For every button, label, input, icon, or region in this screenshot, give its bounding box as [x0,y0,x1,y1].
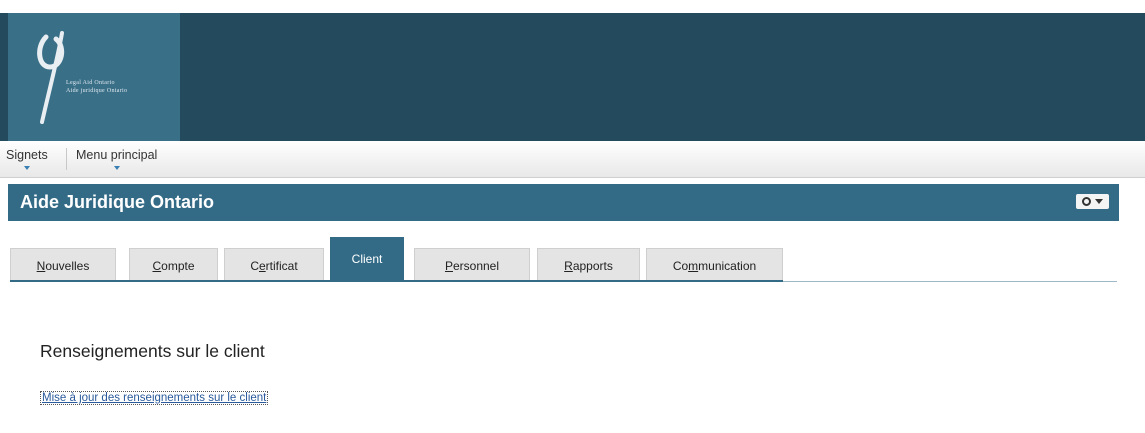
tab-label: munication [698,259,757,273]
menu-bar [0,141,1145,178]
tab-label-accesskey: N [36,259,46,273]
tab-underline [10,280,783,282]
tab-label: apports [572,259,613,273]
tab-bar: Nouvelles Compte Certificat Client Perso… [10,237,1117,285]
tab-label-accesskey: C [152,259,162,273]
tab-label: C [250,259,259,273]
tab-rapports[interactable]: Rapports [537,248,640,280]
tab-label: rtificat [265,259,298,273]
logo-figure-icon [37,31,65,124]
settings-menu-button[interactable] [1076,194,1109,209]
logo-line-2: Aide juridique Ontario [66,88,128,94]
main-menu[interactable]: Menu principal [76,148,158,170]
tab-label: Client [351,252,383,266]
tab-certificat[interactable]: Certificat [224,248,324,280]
page-title: Aide Juridique Ontario [20,192,215,212]
chevron-down-icon [113,166,120,170]
tab-client[interactable]: Client [330,237,404,280]
tab-compte[interactable]: Compte [129,248,218,280]
tab-nouvelles[interactable]: Nouvelles [10,248,116,280]
tab-communication[interactable]: Communication [646,248,783,280]
tab-label: Co [672,259,689,273]
tab-label-accesskey: R [564,259,573,273]
tab-label: ompte [161,259,195,273]
section-title: Renseignements sur le client [40,341,265,361]
bookmarks-menu[interactable]: Signets [6,148,48,170]
main-menu-label: Menu principal [76,148,158,162]
update-client-info-link[interactable]: Mise à jour des renseignements sur le cl… [40,391,269,405]
tab-label-accesskey: P [444,259,453,273]
tab-label-accesskey: e [258,259,266,273]
bookmarks-menu-label: Signets [6,148,48,162]
tab-label: ouvelles [45,259,90,273]
tab-label: ersonnel [452,259,500,273]
legal-aid-ontario-logo[interactable]: Legal Aid Ontario Aide juridique Ontario [8,13,180,141]
menu-divider [66,148,67,170]
chevron-down-icon [23,166,30,170]
chevron-down-icon [1095,199,1103,204]
tab-underline-extension [783,281,1117,282]
logo-line-1: Legal Aid Ontario [66,80,115,86]
tab-label-accesskey: m [688,259,699,273]
tab-personnel[interactable]: Personnel [414,248,530,280]
page-header: Aide Juridique Ontario [8,184,1119,221]
gear-icon [1082,197,1091,206]
